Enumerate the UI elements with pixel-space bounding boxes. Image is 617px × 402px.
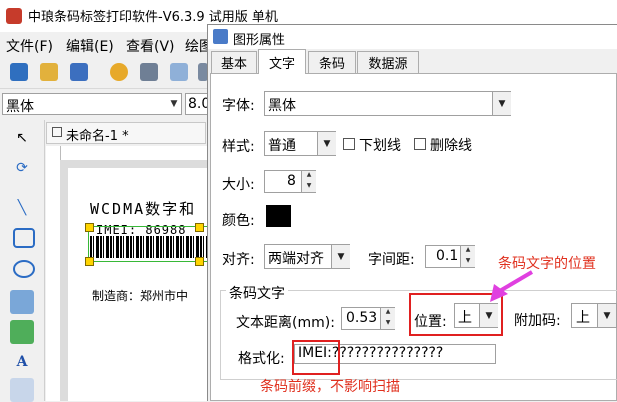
chevron-down-icon[interactable]: ▼ xyxy=(331,245,350,268)
image-tool-icon[interactable] xyxy=(10,290,34,314)
save-icon[interactable] xyxy=(70,63,88,81)
menu-edit[interactable]: 编辑(E) xyxy=(66,36,114,56)
size-value: 8 xyxy=(287,173,296,189)
resize-handle-tr[interactable] xyxy=(195,223,204,232)
font-family-value: 黑体 xyxy=(6,99,34,115)
rounded-rect-tool-icon[interactable] xyxy=(13,228,35,248)
pointer-icon[interactable]: ↖ xyxy=(10,126,34,150)
strikethrough-checkbox[interactable] xyxy=(414,138,426,150)
menu-file[interactable]: 文件(F) xyxy=(6,36,53,56)
ruler-horizontal xyxy=(46,146,210,161)
font-label: 字体: xyxy=(222,98,255,114)
rich-text-tool-icon[interactable] xyxy=(10,378,34,402)
document-icon xyxy=(52,127,62,137)
resize-handle-tl[interactable] xyxy=(85,223,94,232)
text-distance-spinner[interactable]: ▲ ▼ xyxy=(380,308,395,329)
tab-text[interactable]: 文字 xyxy=(258,49,306,74)
chevron-down-icon[interactable]: ▼ xyxy=(317,132,336,155)
tab-barcode[interactable]: 条码 xyxy=(308,51,356,73)
letter-spacing-value: 0.1 xyxy=(436,248,459,264)
format-label: 格式化: xyxy=(238,351,285,367)
chevron-down-icon[interactable]: ▼ xyxy=(597,304,616,327)
line-tool-icon[interactable]: ╲ xyxy=(10,196,34,220)
style-value: 普通 xyxy=(268,138,296,154)
prefix-annotation: 条码前缀，不影响扫描 xyxy=(260,379,400,395)
chevron-down-icon[interactable]: ▼ xyxy=(492,92,511,115)
align-value: 两端对齐 xyxy=(268,251,324,267)
letter-spacing-label: 字间距: xyxy=(368,252,415,268)
ruler-vertical xyxy=(46,146,61,401)
addon-label: 附加码: xyxy=(514,313,561,329)
text-distance-label: 文本距离(mm): xyxy=(236,315,335,331)
position-label: 位置: xyxy=(414,314,447,330)
text-tool-icon[interactable]: A xyxy=(10,350,34,374)
app-title: 中琅条码标签打印软件-V6.3.9 试用版 单机 xyxy=(28,10,278,25)
label-text-maker[interactable]: 制造商：郑州市中 xyxy=(92,287,188,304)
color-label: 颜色: xyxy=(222,213,255,229)
tab-basic[interactable]: 基本 xyxy=(211,51,257,73)
addon-value: 上 xyxy=(576,310,590,326)
align-label: 对齐: xyxy=(222,252,255,268)
dialog-title: 图形属性 xyxy=(233,33,286,48)
size-spinner[interactable]: ▲ ▼ xyxy=(301,171,316,192)
document-tab-label: 未命名-1 * xyxy=(66,129,129,144)
barcode-selection[interactable] xyxy=(88,226,210,262)
prefix-highlight-box xyxy=(292,340,340,375)
ellipse-tool-icon[interactable] xyxy=(13,260,35,278)
resize-handle-br[interactable] xyxy=(195,257,204,266)
new-file-icon[interactable] xyxy=(10,63,28,81)
underline-checkbox[interactable] xyxy=(343,138,355,150)
letter-spacing-spinner[interactable]: ▲ ▼ xyxy=(460,246,475,267)
tab-datasource[interactable]: 数据源 xyxy=(357,51,419,73)
settings-gear-icon[interactable] xyxy=(110,63,128,81)
app-logo-icon xyxy=(6,8,22,24)
menu-view[interactable]: 查看(V) xyxy=(126,36,175,56)
resize-handle-bl[interactable] xyxy=(85,257,94,266)
open-folder-icon[interactable] xyxy=(40,63,58,81)
picture-tool-icon[interactable] xyxy=(10,320,34,344)
rotate-icon[interactable]: ⟳ xyxy=(10,156,34,180)
chevron-down-icon[interactable]: ▼ xyxy=(167,94,181,114)
text-distance-value: 0.53 xyxy=(346,310,378,326)
label-text-title[interactable]: WCDMA数字和 xyxy=(90,198,196,219)
font-value: 黑体 xyxy=(268,98,296,114)
print-icon[interactable] xyxy=(140,63,158,81)
barcode-text-group-title: 条码文字 xyxy=(226,283,288,303)
strikethrough-label: 删除线 xyxy=(430,138,472,154)
size-label: 大小: xyxy=(222,177,255,193)
underline-label: 下划线 xyxy=(359,138,401,154)
print-preview-icon[interactable] xyxy=(170,63,188,81)
style-label: 样式: xyxy=(222,139,255,155)
pointer-arrow-icon xyxy=(490,270,534,302)
color-swatch[interactable] xyxy=(266,205,291,227)
dialog-window-icon xyxy=(213,29,228,44)
font-select[interactable] xyxy=(264,91,511,116)
